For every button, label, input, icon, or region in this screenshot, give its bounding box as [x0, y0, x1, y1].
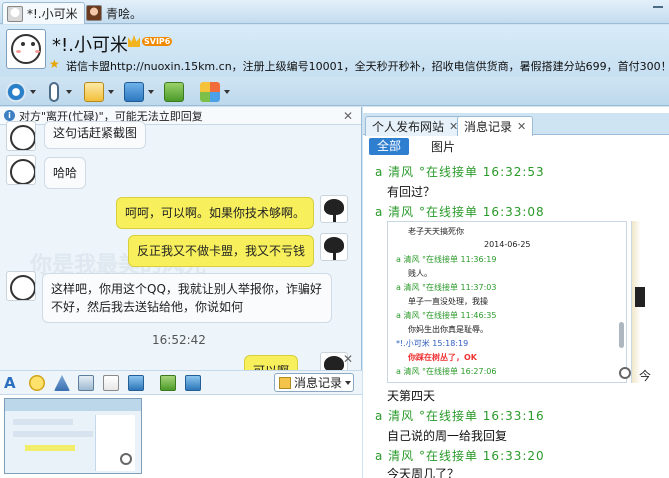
input-toolbar: A 消息记录	[0, 370, 362, 394]
log-header: a 清风 °在线接单 16:33:20	[375, 449, 545, 463]
conversation-tab-bar: *!.小可米 青哙。	[0, 0, 669, 24]
contact-name: *!.小可米	[52, 35, 128, 56]
quote-header: a 清风 °在线接单 11:37:03	[396, 283, 497, 292]
history-label: 消息记录	[294, 376, 343, 390]
overlay-text: 今	[639, 369, 652, 383]
screen-share-icon[interactable]	[164, 82, 184, 102]
shake-icon[interactable]	[54, 375, 70, 391]
quote-line: 你踩在树丛了，OK	[408, 353, 477, 362]
side-panel-tabs: 个人发布网站 ✕ 消息记录 ✕	[363, 113, 669, 136]
close-icon[interactable]: ✕	[343, 109, 353, 123]
webcam-icon[interactable]	[6, 82, 26, 102]
star-icon: ★	[49, 57, 60, 71]
screenshot-icon[interactable]	[160, 375, 176, 391]
filter-images-button[interactable]: 图片	[431, 138, 455, 155]
avatar[interactable]	[320, 233, 348, 261]
chevron-down-icon[interactable]	[66, 90, 72, 94]
call-toolbar	[0, 78, 669, 106]
message-bubble: 哈哈	[44, 157, 87, 189]
contact-header: *!.小可米 SVIP6 ★ 诺信卡盟http://nuoxin.15km.cn…	[0, 25, 669, 77]
avatar[interactable]	[6, 271, 36, 301]
filter-all-button[interactable]: 全部	[369, 137, 409, 155]
message-bubble: 可以啊	[244, 355, 299, 370]
image-icon[interactable]	[128, 375, 144, 391]
tab-label: 消息记录	[464, 120, 513, 134]
avatar[interactable]	[320, 195, 348, 223]
chevron-down-icon[interactable]	[108, 90, 114, 94]
quote-line: 单子一直没处理，我操	[408, 297, 488, 306]
message-bubble: 反正我又不做卡盟，我又不亏钱	[128, 235, 315, 267]
zoom-icon[interactable]	[619, 367, 631, 379]
log-header: a 清风 °在线接单 16:33:16	[375, 409, 545, 423]
close-icon[interactable]: ✕	[517, 120, 526, 133]
close-icon[interactable]: ✕	[343, 352, 353, 366]
avatar[interactable]	[6, 155, 36, 185]
message-history-button[interactable]: 消息记录	[274, 373, 354, 392]
log-header: a 清风 °在线接单 16:33:08	[375, 205, 545, 219]
send-screen-icon[interactable]	[185, 375, 201, 391]
avatar[interactable]	[6, 29, 46, 69]
avatar-icon	[7, 5, 23, 22]
tab-qingkuai[interactable]: 青哙。	[82, 2, 148, 24]
contact-signature: 诺信卡盟http://nuoxin.15km.cn，注册上级编号10001，全天…	[66, 60, 669, 73]
emoji-icon[interactable]	[29, 375, 45, 391]
apps-icon[interactable]	[200, 82, 220, 102]
note-icon[interactable]	[103, 375, 119, 391]
log-header: a 清风 °在线接单 16:32:53	[375, 165, 545, 179]
log-message: 有回过？	[387, 185, 436, 199]
quote-header: a 清风 °在线接单 16:27:06	[396, 367, 497, 376]
chat-history[interactable]: i 对方"离开(忙碌)"，可能无法立即回复 ✕ 你是我最美的风光 这句话赶紧截图…	[0, 107, 362, 370]
quote-header: a 清风 °在线接单 11:36:19	[396, 255, 497, 264]
message-bubble: 呵呵，可以啊。如果你技术够啊。	[116, 197, 315, 229]
file-transfer-icon[interactable]	[84, 82, 104, 102]
chevron-down-icon[interactable]	[224, 90, 230, 94]
scrollbar-thumb[interactable]	[619, 322, 624, 348]
remote-desktop-icon[interactable]	[124, 82, 144, 102]
info-icon: i	[4, 110, 15, 121]
log-message: 自己说的周一给我回复	[387, 429, 508, 443]
tab-message-history[interactable]: 消息记录 ✕	[457, 116, 534, 136]
chevron-down-icon[interactable]	[148, 90, 154, 94]
quoted-history-image[interactable]: 老子天天搞死你 2014-06-25 a 清风 °在线接单 11:36:19 贱…	[387, 221, 627, 383]
message-input[interactable]	[0, 394, 362, 478]
video-clip-icon[interactable]	[78, 375, 94, 391]
svip-badge[interactable]: SVIP6	[128, 35, 173, 47]
message-bubble: 这句话赶紧截图	[44, 121, 147, 149]
minimize-icon[interactable]	[653, 6, 663, 8]
crown-icon	[128, 35, 140, 47]
message-bubble: 这样吧，你用这个QQ，我就让别人举报你，诈骗好不好，然后我去送钻给他，你说如何	[42, 273, 332, 323]
history-filter: 全部 图片	[363, 136, 669, 156]
side-panel: 个人发布网站 ✕ 消息记录 ✕ 全部 图片 a 清风 °在线接单 16:32:5…	[363, 107, 669, 478]
message-timestamp: 16:52:42	[152, 333, 206, 347]
quote-header: a 清风 °在线接单 11:46:35	[396, 311, 497, 320]
quoted-image-strip	[631, 221, 647, 383]
log-message: 天第四天	[387, 389, 436, 403]
tab-personal-sites[interactable]: 个人发布网站 ✕	[365, 116, 466, 136]
font-icon[interactable]: A	[4, 375, 20, 391]
log-message: 今天周几了？	[387, 467, 460, 478]
history-log[interactable]: a 清风 °在线接单 16:32:53 有回过？ a 清风 °在线接单 16:3…	[363, 159, 669, 478]
svip-level: SVIP6	[142, 36, 173, 46]
quote-line: 贱人。	[408, 269, 432, 278]
zoom-icon[interactable]	[120, 453, 132, 465]
quote-date: 2014-06-25	[484, 240, 531, 249]
tab-label: *!.小可米	[27, 7, 78, 21]
avatar-icon	[86, 5, 102, 21]
history-icon	[279, 376, 291, 389]
tab-label: 个人发布网站	[372, 120, 445, 134]
chevron-down-icon	[345, 380, 352, 385]
avatar[interactable]	[6, 121, 36, 151]
quote-header: *!.小可米 15:18:19	[396, 339, 469, 348]
quote-line: 老子天天搞死你	[408, 227, 464, 236]
tab-label: 青哙。	[106, 6, 143, 21]
chevron-down-icon[interactable]	[30, 90, 36, 94]
microphone-icon[interactable]	[49, 82, 59, 102]
quote-line: 你妈生出你真是耻辱。	[408, 325, 488, 334]
tab-xiaokemi[interactable]: *!.小可米	[2, 2, 85, 24]
